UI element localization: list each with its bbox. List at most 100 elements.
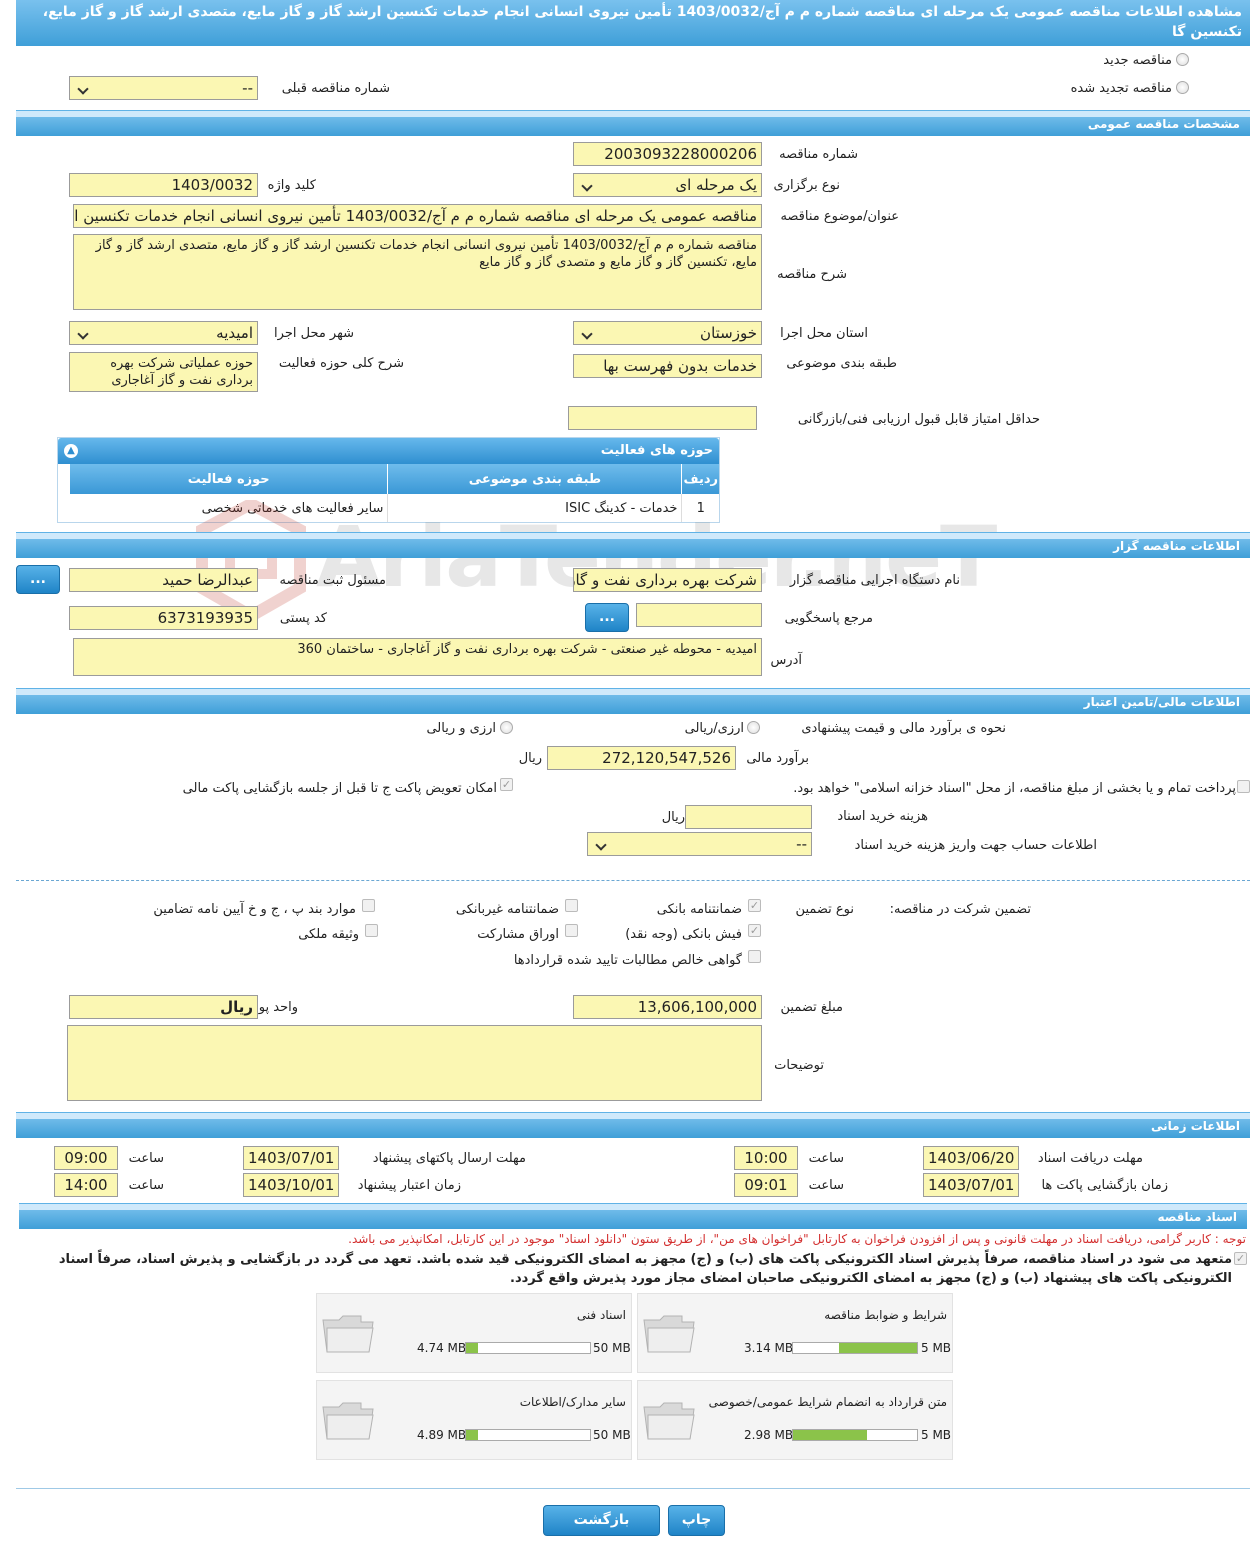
print-button[interactable]: چاپ — [668, 1505, 725, 1536]
envelope-checkbox[interactable]: ✓ — [500, 778, 513, 791]
hold-type-select[interactable]: یک مرحله ای — [573, 173, 762, 197]
back-button[interactable]: بازگشت — [543, 1505, 660, 1536]
category-label: طبقه بندی موضوعی — [786, 356, 897, 371]
header-row-number: ردیف — [681, 464, 719, 494]
commitment-text: متعهد می شود در اسناد مناقصه، صرفاً پذیر… — [58, 1252, 1232, 1286]
commitment-checkbox[interactable]: ✓ — [1234, 1252, 1247, 1265]
option-rial-radio[interactable] — [747, 721, 760, 734]
property-mortgage-checkbox[interactable] — [365, 924, 378, 937]
postal-field: 6373193935 — [69, 606, 258, 630]
previous-number-select[interactable]: -- — [69, 76, 258, 100]
file-box-contract[interactable]: متن قرارداد به انضمام شرایط عمومی/خصوصی … — [637, 1380, 953, 1460]
province-select[interactable]: خوزستان — [573, 321, 762, 345]
file-max: 50 MB — [593, 1341, 631, 1355]
timing-section-header: اطلاعات زمانی — [16, 1112, 1250, 1138]
open-label: زمان بازگشایی پاکت ها — [1041, 1178, 1168, 1193]
min-score-label: حداقل امتیاز قابل قبول ارزیابی فنی/بازرگ… — [797, 412, 1040, 427]
guarantee-title: تضمین شرکت در مناقصه: — [889, 902, 1031, 917]
renewed-tender-label: مناقصه تجدید شده — [1070, 81, 1172, 96]
postal-label: کد پستی — [279, 611, 327, 626]
tender-number-label: شماره مناقصه — [779, 147, 858, 162]
bank-guarantee-checkbox[interactable]: ✓ — [748, 899, 761, 912]
collapse-icon[interactable]: ▲ — [64, 444, 78, 458]
category-field: خدمات بدون فهرست بها — [573, 354, 762, 378]
send-time-field: 09:00 — [54, 1146, 118, 1170]
general-section-header: مشخصات مناقصه عمومی — [16, 110, 1250, 136]
notes-field — [67, 1025, 762, 1101]
treasury-checkbox[interactable] — [1237, 780, 1250, 793]
description-field: مناقصه شماره م م آج/1403/0032 تأمین نیرو… — [73, 234, 762, 310]
method-label: نحوه ی برآورد مالی و قیمت پیشنهادی — [801, 721, 1006, 736]
ref-more-button[interactable]: ... — [585, 603, 629, 632]
hold-type-label: نوع برگزاری — [773, 178, 840, 193]
nonbank-guarantee-checkbox[interactable] — [565, 899, 578, 912]
folder-icon — [322, 1402, 374, 1440]
file-size: 4.74 MB — [417, 1341, 467, 1355]
net-receivables-checkbox[interactable] — [748, 950, 761, 963]
watermark-logo — [196, 497, 306, 623]
file-box-other[interactable]: سایر مدارک/اطلاعات 4.89 MB 50 MB — [316, 1380, 632, 1460]
regulation-items-checkbox[interactable] — [362, 899, 375, 912]
folder-icon — [643, 1402, 695, 1440]
doc-cost-label: هزینه خرید اسناد — [837, 809, 928, 824]
documents-notice: توجه : کاربر گرامی، دریافت اسناد در مهلت… — [348, 1232, 1246, 1246]
validity-label: زمان اعتبار پیشنهاد — [357, 1178, 461, 1193]
renewed-tender-radio[interactable] — [1176, 81, 1189, 94]
validity-time-field: 14:00 — [54, 1173, 118, 1197]
activity-desc-label: شرح کلی حوزه فعالیت — [278, 356, 404, 371]
file-name: سایر مدارک/اطلاعات — [519, 1395, 626, 1409]
open-time-field: 09:01 — [734, 1173, 798, 1197]
estimate-field: 272,120,547,526 — [547, 746, 736, 770]
ref-field — [636, 603, 762, 627]
file-progress — [792, 1429, 918, 1441]
doc-receive-time-field: 10:00 — [734, 1146, 798, 1170]
file-name: شرایط و ضوابط مناقصه — [824, 1308, 947, 1322]
folder-icon — [322, 1315, 374, 1353]
keyword-field: 1403/0032 — [69, 173, 258, 197]
page-title: مشاهده اطلاعات مناقصه عمومی یک مرحله ای … — [16, 0, 1250, 46]
file-name: اسناد فنی — [576, 1308, 626, 1322]
new-tender-radio[interactable] — [1176, 53, 1189, 66]
participation-bonds-checkbox[interactable] — [565, 924, 578, 937]
subject-field: مناقصه عمومی یک مرحله ای مناقصه شماره م … — [73, 204, 762, 228]
account-label: اطلاعات حساب جهت واریز هزینه خرید اسناد — [854, 838, 1097, 853]
header-field: حوزه فعالیت — [187, 471, 270, 487]
doc-receive-time-label: ساعت — [808, 1151, 844, 1166]
net-receivables-label: گواهی خالص مطالبات تایید شده قراردادها — [513, 953, 742, 968]
validity-date-field: 1403/10/01 — [243, 1173, 339, 1197]
activity-desc-field: حوزه عملیاتی شرکت بهره برداری نفت و گاز … — [69, 352, 258, 392]
min-score-field — [568, 406, 757, 430]
guarantee-type-label: نوع تضمین — [795, 902, 854, 917]
send-label: مهلت ارسال پاکتهای پیشنهاد — [372, 1151, 526, 1166]
file-progress-fill — [466, 1343, 478, 1353]
option-rial-label: ارزی/ریالی — [684, 721, 744, 736]
nonbank-guarantee-label: ضمانتنامه غیربانکی — [455, 902, 559, 917]
org-field: شرکت بهره برداری نفت و گاز آغاجاری — [573, 568, 762, 592]
treasury-text: پرداخت تمام و یا بخشی از مبلغ مناقصه، از… — [793, 781, 1236, 796]
new-tender-label: مناقصه جدید — [1103, 53, 1172, 68]
header-category: طبقه بندی موضوعی — [387, 464, 682, 494]
property-mortgage-label: وثیقه ملکی — [298, 927, 359, 942]
currency-field: ریال — [69, 995, 258, 1019]
bank-receipt-checkbox[interactable]: ✓ — [748, 924, 761, 937]
file-size: 3.14 MB — [744, 1341, 794, 1355]
option-both-radio[interactable] — [500, 721, 513, 734]
account-select[interactable]: -- — [587, 832, 812, 856]
activities-panel-header: حوزه های فعالیت — [58, 438, 719, 464]
tender-number-field: 2003093228000206 — [573, 142, 762, 166]
file-max: 5 MB — [921, 1341, 952, 1355]
city-select[interactable]: امیدیه — [69, 321, 258, 345]
notes-label: توضیحات — [774, 1058, 824, 1073]
registrar-more-button[interactable]: ... — [16, 565, 60, 594]
doc-cost-unit: ریال — [661, 810, 685, 825]
amount-field: 13,606,100,000 — [573, 995, 762, 1019]
footer-divider — [16, 1488, 1250, 1489]
send-time-label: ساعت — [128, 1151, 164, 1166]
regulation-items-label: موارد بند پ ، ج و خ آیین نامه تضامین — [153, 902, 356, 917]
file-box-technical[interactable]: اسناد فنی 4.74 MB 50 MB — [316, 1293, 632, 1373]
bank-receipt-label: فیش بانکی (وجه نقد) — [625, 927, 742, 942]
send-date-field: 1403/07/01 — [243, 1146, 339, 1170]
finance-section-header: اطلاعات مالی/تامین اعتبار — [16, 688, 1250, 714]
file-box-conditions[interactable]: شرایط و ضوابط مناقصه 3.14 MB 5 MB — [637, 1293, 953, 1373]
open-date-field: 1403/07/01 — [923, 1173, 1019, 1197]
